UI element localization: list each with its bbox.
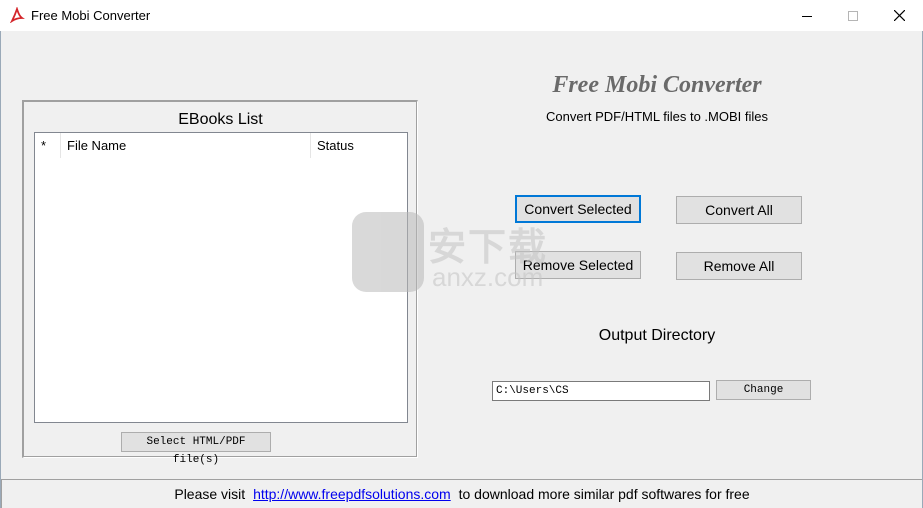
pdf-app-icon <box>9 7 25 23</box>
change-directory-button[interactable]: Change <box>716 380 811 400</box>
window-border-left <box>0 31 1 508</box>
output-directory-input[interactable]: C:\Users\CS <box>492 381 710 401</box>
minimize-button[interactable] <box>784 0 830 31</box>
app-subheading: Convert PDF/HTML files to .MOBI files <box>545 109 768 124</box>
listview-header: * File Name Status <box>35 133 407 159</box>
convert-selected-button[interactable]: Convert Selected <box>515 195 641 223</box>
convert-all-button[interactable]: Convert All <box>676 196 802 224</box>
app-heading: Free Mobi Converter <box>552 72 762 98</box>
footer-prefix: Please visit <box>174 486 246 502</box>
footer-suffix: to download more similar pdf softwares f… <box>458 486 750 502</box>
ebooks-listview[interactable]: * File Name Status <box>34 132 408 423</box>
maximize-icon <box>848 10 858 21</box>
window-title: Free Mobi Converter <box>31 8 151 23</box>
select-files-button[interactable]: Select HTML/PDF file(s) <box>121 432 271 466</box>
footer-bar: Please visit http://www.freepdfsolutions… <box>1 479 922 508</box>
minimize-icon <box>802 15 812 17</box>
footer-text: Please visit http://www.freepdfsolutions… <box>2 486 922 502</box>
title-bar: Free Mobi Converter <box>0 0 923 31</box>
remove-selected-button[interactable]: Remove Selected <box>515 251 641 279</box>
column-header-file-name[interactable]: File Name <box>61 133 311 158</box>
footer-link[interactable]: http://www.freepdfsolutions.com <box>253 486 451 502</box>
ebooks-list-title: EBooks List <box>178 111 263 128</box>
output-directory-label: Output Directory <box>598 327 716 344</box>
ebooks-list-group: EBooks List * File Name Status Select HT… <box>22 100 418 466</box>
maximize-button[interactable] <box>830 0 876 31</box>
column-header-marker[interactable]: * <box>35 133 61 158</box>
remove-all-button[interactable]: Remove All <box>676 252 802 280</box>
close-button[interactable] <box>876 0 922 31</box>
column-header-status[interactable]: Status <box>311 133 407 158</box>
close-icon <box>893 10 905 21</box>
